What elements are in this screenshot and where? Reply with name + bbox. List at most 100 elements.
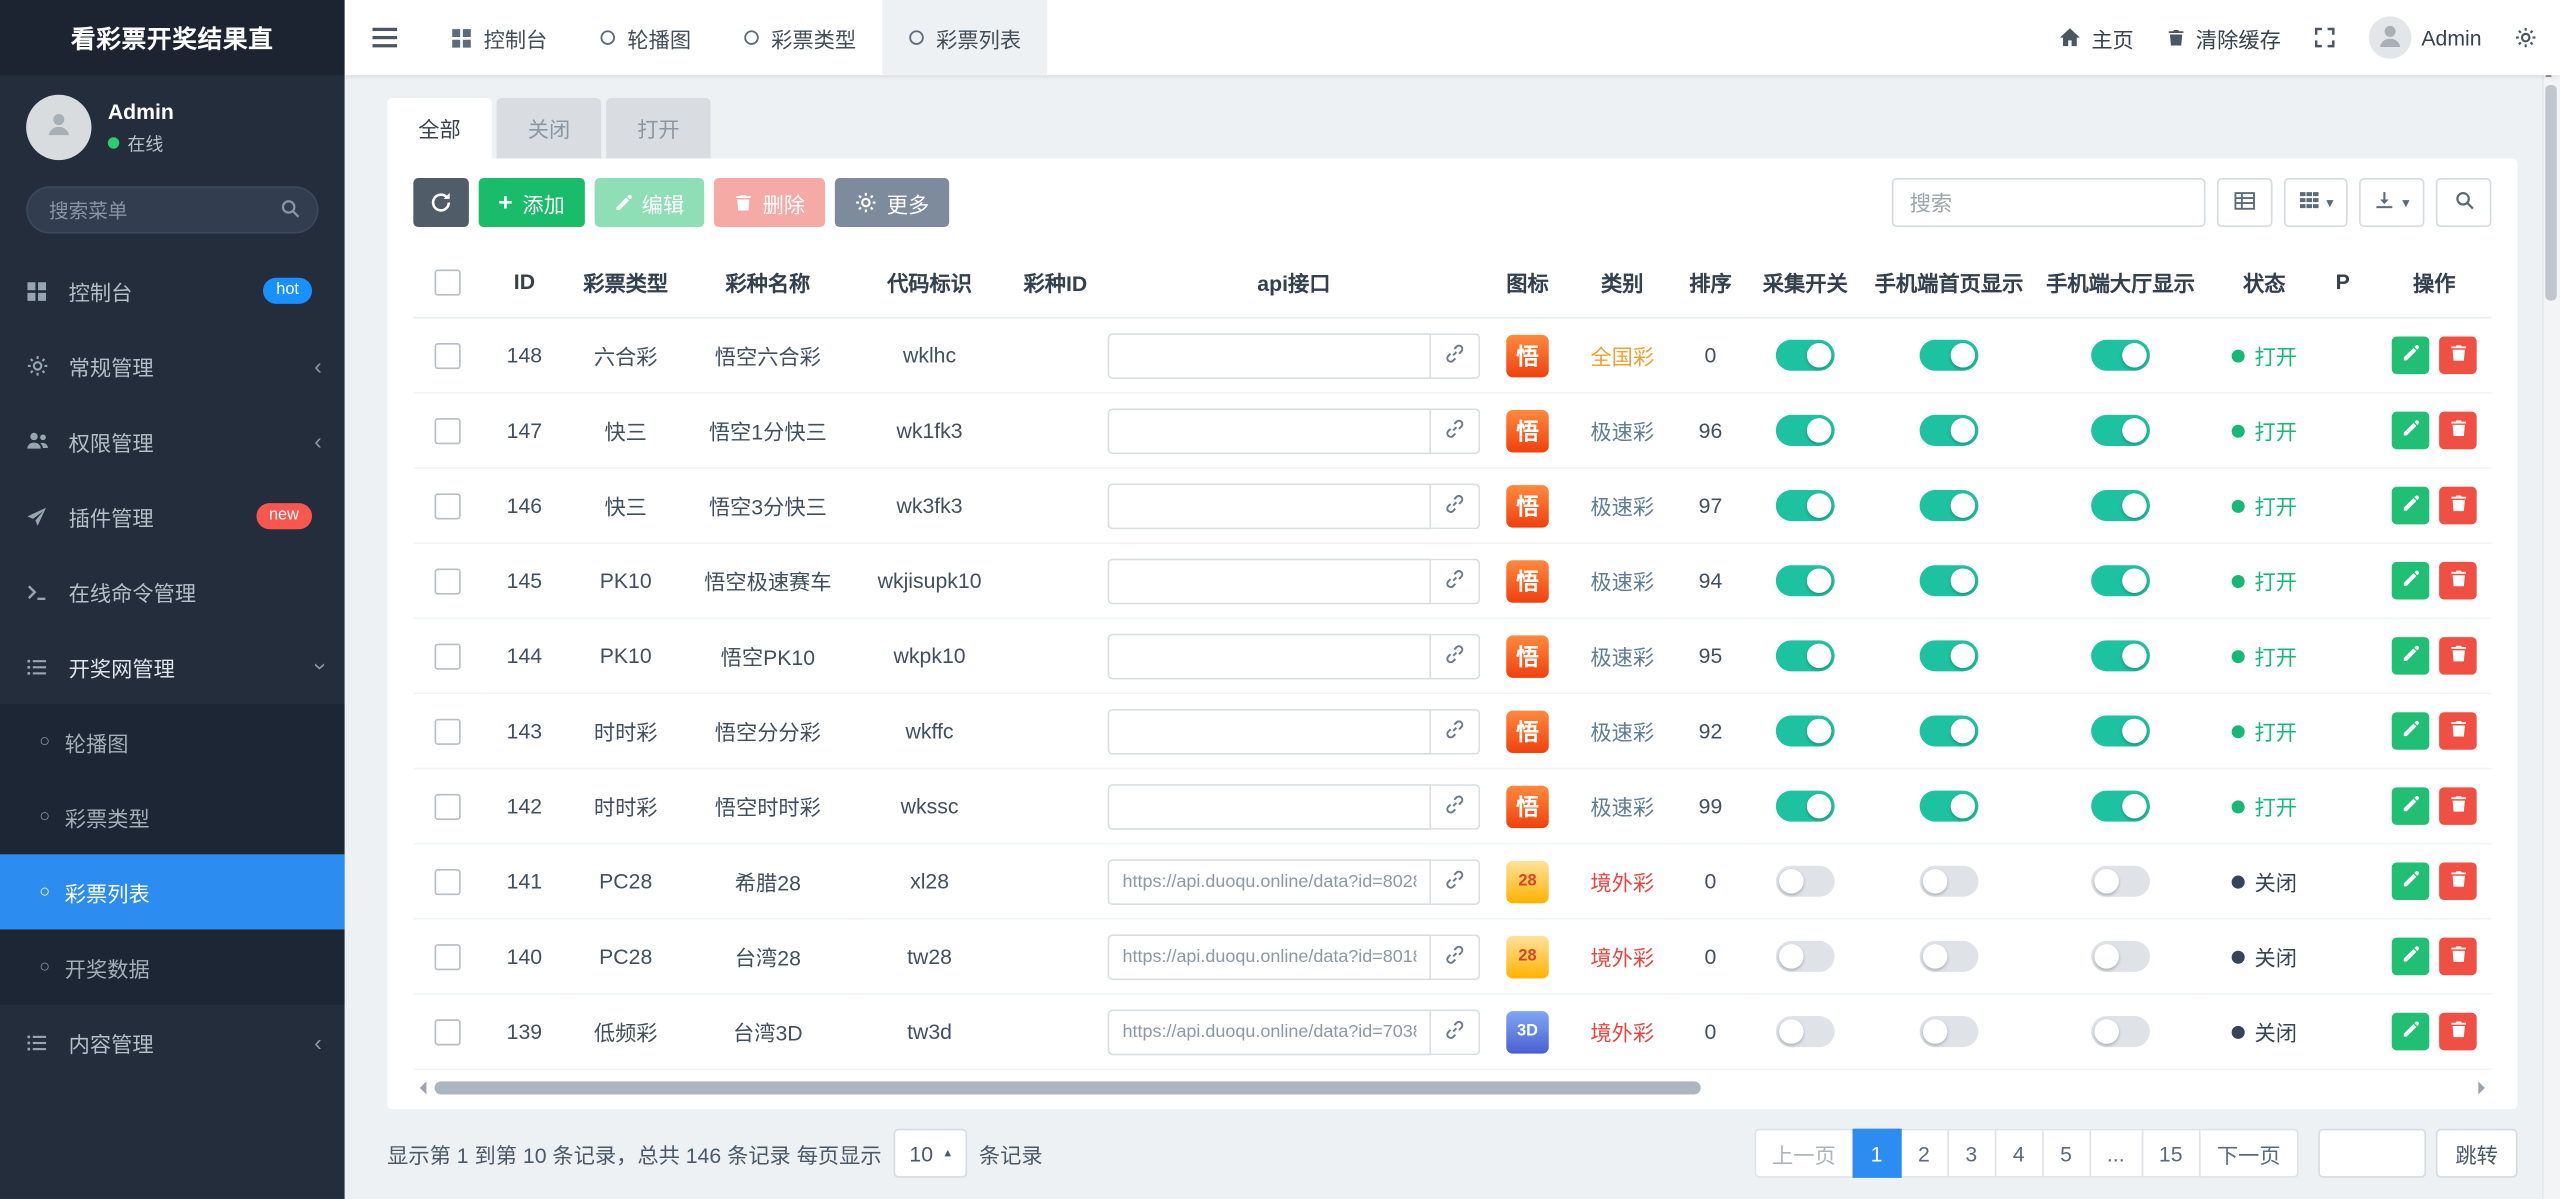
api-input[interactable]: [1108, 783, 1432, 829]
hall-switch[interactable]: [2091, 640, 2150, 671]
collect-switch[interactable]: [1776, 565, 1835, 596]
delete-button[interactable]: 删除: [714, 178, 825, 227]
api-link-button[interactable]: [1431, 408, 1480, 454]
refresh-button[interactable]: [413, 178, 469, 227]
next-page-button[interactable]: 下一页: [2199, 1129, 2299, 1178]
hall-switch[interactable]: [2091, 941, 2150, 972]
settings-button[interactable]: [2514, 26, 2537, 49]
scroll-right-arrow[interactable]: [2478, 1081, 2491, 1094]
row-delete-button[interactable]: [2439, 862, 2477, 900]
api-link-button[interactable]: [1431, 934, 1480, 980]
hall-switch[interactable]: [2091, 415, 2150, 446]
hall-switch[interactable]: [2091, 1016, 2150, 1047]
page-button-15[interactable]: 15: [2141, 1129, 2201, 1178]
nav-tab-lottery-type[interactable]: 彩票类型: [717, 0, 882, 75]
row-edit-button[interactable]: [2392, 337, 2430, 375]
api-input[interactable]: [1108, 558, 1432, 604]
sidebar-item-command[interactable]: 在线命令管理: [0, 554, 345, 629]
home-switch[interactable]: [1920, 415, 1979, 446]
select-all-checkbox[interactable]: [435, 269, 461, 295]
sidebar-item-content-admin[interactable]: 内容管理‹: [0, 1005, 345, 1080]
hscrollbar-thumb[interactable]: [435, 1081, 1701, 1094]
api-link-button[interactable]: [1431, 783, 1480, 829]
home-switch[interactable]: [1920, 791, 1979, 822]
row-delete-button[interactable]: [2439, 412, 2477, 450]
row-delete-button[interactable]: [2439, 712, 2477, 750]
row-edit-button[interactable]: [2392, 712, 2430, 750]
row-edit-button[interactable]: [2392, 938, 2430, 976]
more-button[interactable]: 更多: [835, 178, 949, 227]
page-button-3[interactable]: 3: [1947, 1129, 1996, 1178]
sidebar-item-dashboard[interactable]: 控制台hot: [0, 253, 345, 328]
home-switch[interactable]: [1920, 340, 1979, 371]
filter-tab-open[interactable]: 打开: [606, 98, 711, 158]
edit-button[interactable]: 编辑: [594, 178, 703, 227]
api-link-button[interactable]: [1431, 1009, 1480, 1055]
sidebar-item-permission[interactable]: 权限管理‹: [0, 403, 345, 478]
row-delete-button[interactable]: [2439, 938, 2477, 976]
row-delete-button[interactable]: [2439, 337, 2477, 375]
jump-button[interactable]: 跳转: [2436, 1129, 2518, 1178]
add-button[interactable]: +添加: [479, 178, 585, 227]
horizontal-scrollbar[interactable]: [413, 1076, 2491, 1099]
sidebar-item-lottery-admin[interactable]: 开奖网管理‹: [0, 629, 345, 704]
collect-switch[interactable]: [1776, 1016, 1835, 1047]
row-delete-button[interactable]: [2439, 637, 2477, 675]
row-edit-button[interactable]: [2392, 787, 2430, 825]
vscrollbar-thumb[interactable]: [2545, 85, 2556, 301]
row-checkbox[interactable]: [435, 643, 461, 669]
home-switch[interactable]: [1920, 490, 1979, 521]
api-input[interactable]: [1108, 633, 1432, 679]
hall-switch[interactable]: [2091, 866, 2150, 897]
row-checkbox[interactable]: [435, 493, 461, 519]
page-button-1[interactable]: 1: [1852, 1129, 1901, 1178]
home-switch[interactable]: [1920, 1016, 1979, 1047]
user-menu[interactable]: Admin: [2369, 16, 2481, 58]
api-input[interactable]: [1108, 1009, 1432, 1055]
api-input[interactable]: [1108, 708, 1432, 754]
row-checkbox[interactable]: [435, 794, 461, 820]
menu-toggle-icon[interactable]: [345, 28, 425, 48]
hall-switch[interactable]: [2091, 715, 2150, 746]
hall-switch[interactable]: [2091, 340, 2150, 371]
row-checkbox[interactable]: [435, 568, 461, 594]
page-size-select[interactable]: 10 ▴: [893, 1129, 967, 1178]
sidebar-item-plugin[interactable]: 插件管理new: [0, 479, 345, 554]
page-ellipsis[interactable]: ...: [2089, 1129, 2143, 1178]
api-link-button[interactable]: [1431, 483, 1480, 529]
export-button[interactable]: ▾: [2360, 178, 2425, 227]
row-edit-button[interactable]: [2392, 562, 2430, 600]
home-link[interactable]: 主页: [2059, 22, 2134, 53]
page-button-5[interactable]: 5: [2042, 1129, 2091, 1178]
page-button-2[interactable]: 2: [1899, 1129, 1948, 1178]
row-delete-button[interactable]: [2439, 562, 2477, 600]
home-switch[interactable]: [1920, 640, 1979, 671]
menu-search-input[interactable]: [26, 186, 318, 233]
row-checkbox[interactable]: [435, 718, 461, 744]
row-checkbox[interactable]: [435, 1019, 461, 1045]
api-link-button[interactable]: [1431, 633, 1480, 679]
api-link-button[interactable]: [1431, 332, 1480, 378]
sidebar-subitem-banner[interactable]: ○轮播图: [0, 704, 345, 779]
api-link-button[interactable]: [1431, 858, 1480, 904]
collect-switch[interactable]: [1776, 640, 1835, 671]
sidebar-subitem-lottery-list[interactable]: ○彩票列表: [0, 854, 345, 929]
row-delete-button[interactable]: [2439, 487, 2477, 525]
api-input[interactable]: [1108, 483, 1432, 529]
sidebar-subitem-lottery-data[interactable]: ○开奖数据: [0, 929, 345, 1004]
collect-switch[interactable]: [1776, 866, 1835, 897]
home-switch[interactable]: [1920, 866, 1979, 897]
clear-cache-link[interactable]: 清除缓存: [2166, 22, 2280, 53]
home-switch[interactable]: [1920, 715, 1979, 746]
row-delete-button[interactable]: [2439, 1013, 2477, 1051]
fullscreen-button[interactable]: [2314, 26, 2337, 49]
collect-switch[interactable]: [1776, 490, 1835, 521]
hall-switch[interactable]: [2091, 565, 2150, 596]
row-checkbox[interactable]: [435, 418, 461, 444]
api-input[interactable]: [1108, 332, 1432, 378]
row-checkbox[interactable]: [435, 869, 461, 895]
home-switch[interactable]: [1920, 941, 1979, 972]
hall-switch[interactable]: [2091, 490, 2150, 521]
nav-tab-lottery-list[interactable]: 彩票列表: [882, 0, 1047, 75]
page-button-4[interactable]: 4: [1994, 1129, 2043, 1178]
